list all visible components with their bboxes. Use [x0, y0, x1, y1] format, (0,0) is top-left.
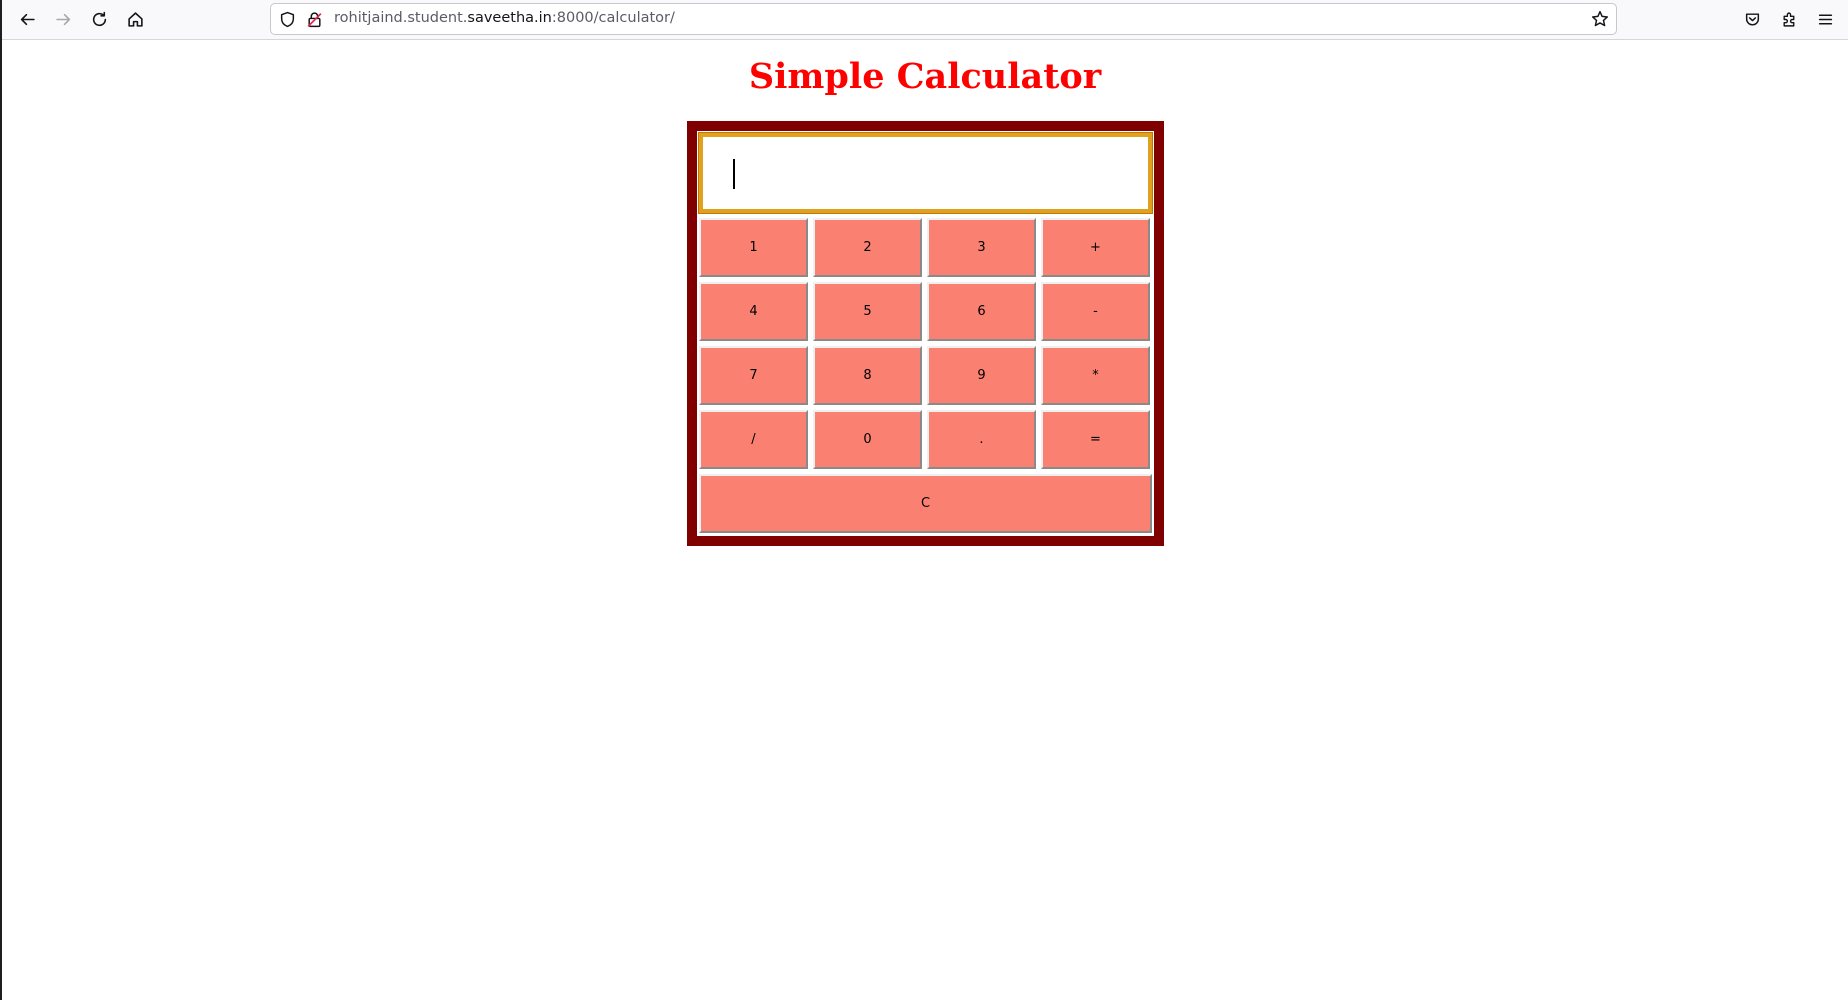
key-6[interactable]: 6 — [927, 282, 1036, 341]
key-7[interactable]: 7 — [699, 346, 808, 405]
forward-arrow-icon[interactable] — [48, 4, 78, 34]
key-0[interactable]: 0 — [813, 410, 922, 469]
insecure-lock-icon[interactable] — [306, 11, 323, 28]
key-1[interactable]: 1 — [699, 218, 808, 277]
clear-button[interactable]: C — [699, 474, 1152, 533]
key-plus[interactable]: + — [1041, 218, 1150, 277]
key-5[interactable]: 5 — [813, 282, 922, 341]
pocket-icon[interactable] — [1737, 4, 1767, 34]
key-equals[interactable]: = — [1041, 410, 1150, 469]
home-icon[interactable] — [120, 4, 150, 34]
text-cursor — [733, 159, 735, 189]
url-bar[interactable]: rohitjaind.student.saveetha.in:8000/calc… — [270, 3, 1617, 35]
hamburger-menu-icon[interactable] — [1810, 4, 1840, 34]
bookmark-star-icon[interactable] — [1591, 10, 1609, 28]
key-divide[interactable]: / — [699, 410, 808, 469]
key-multiply[interactable]: * — [1041, 346, 1150, 405]
key-2[interactable]: 2 — [813, 218, 922, 277]
browser-toolbar: rohitjaind.student.saveetha.in:8000/calc… — [2, 0, 1848, 40]
url-prefix: rohitjaind.student. — [334, 10, 468, 26]
calculator: 1 2 3 + 4 5 6 - 7 8 9 * / 0 . = C — [687, 121, 1164, 546]
page-title: Simple Calculator — [748, 56, 1102, 97]
key-decimal[interactable]: . — [927, 410, 1036, 469]
key-minus[interactable]: - — [1041, 282, 1150, 341]
reload-icon[interactable] — [84, 4, 114, 34]
key-9[interactable]: 9 — [927, 346, 1036, 405]
key-3[interactable]: 3 — [927, 218, 1036, 277]
calculator-body: 1 2 3 + 4 5 6 - 7 8 9 * / 0 . = C — [697, 131, 1154, 536]
key-8[interactable]: 8 — [813, 346, 922, 405]
url-text[interactable]: rohitjaind.student.saveetha.in:8000/calc… — [334, 10, 675, 26]
calculator-display[interactable] — [698, 132, 1153, 214]
url-domain: saveetha.in — [467, 10, 552, 26]
back-arrow-icon[interactable] — [12, 4, 42, 34]
tracking-shield-icon[interactable] — [279, 11, 296, 28]
url-suffix: :8000/calculator/ — [551, 10, 675, 26]
extensions-puzzle-icon[interactable] — [1774, 4, 1804, 34]
key-4[interactable]: 4 — [699, 282, 808, 341]
window-edge — [0, 0, 2, 1000]
